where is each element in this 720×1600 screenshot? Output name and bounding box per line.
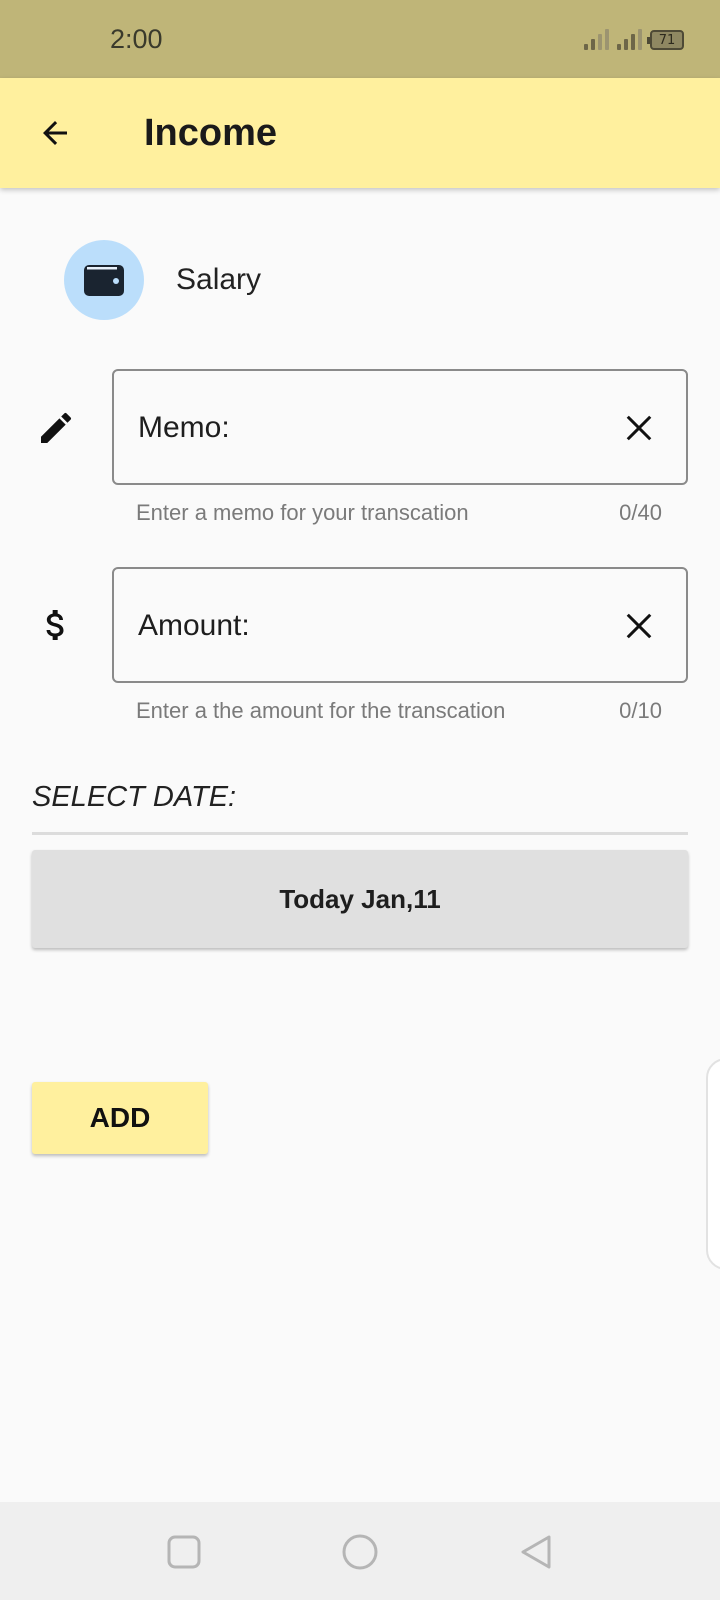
memo-helper-text: Enter a memo for your transcation (136, 500, 469, 525)
amount-field-icon (34, 603, 78, 647)
dollar-icon (46, 610, 64, 640)
close-icon (626, 613, 652, 639)
recents-button[interactable] (164, 1532, 204, 1572)
add-button[interactable]: ADD (32, 1082, 208, 1154)
signal-2-icon (617, 28, 642, 50)
back-button[interactable] (30, 108, 80, 158)
memo-char-counter: 0/40 (619, 500, 662, 525)
category-label: Salary (176, 263, 262, 296)
signal-1-icon (584, 28, 609, 50)
select-date-label: SELECT DATE: (32, 781, 237, 813)
amount-helper-text: Enter a the amount for the transcation (136, 698, 506, 723)
arrow-left-icon (43, 121, 67, 145)
pencil-icon (41, 412, 72, 443)
page-title: Income (144, 112, 278, 154)
nav-bar (0, 1502, 720, 1600)
status-time: 2:00 (110, 24, 163, 54)
memo-field-icon (34, 406, 78, 450)
memo-field[interactable]: Memo: (112, 369, 688, 485)
amount-field-label: Amount: (138, 609, 250, 642)
amount-field[interactable]: Amount: (112, 567, 688, 683)
category-avatar (64, 240, 144, 320)
memo-field-label: Memo: (138, 411, 230, 444)
circle-icon (342, 1534, 378, 1570)
category-row[interactable]: Salary (64, 240, 261, 320)
date-picker-button[interactable]: Today Jan,11 (32, 850, 688, 948)
app-bar: Income (0, 78, 720, 188)
divider (32, 832, 688, 835)
amount-clear-button[interactable] (622, 609, 656, 643)
edge-panel-handle[interactable] (706, 1058, 720, 1270)
square-icon (167, 1535, 201, 1569)
amount-char-counter: 0/10 (619, 698, 662, 723)
triangle-back-icon (521, 1535, 551, 1569)
memo-clear-button[interactable] (622, 411, 656, 445)
status-bar: 2:00 71 (0, 0, 720, 78)
battery-icon: 71 (647, 30, 684, 50)
home-button[interactable] (340, 1532, 380, 1572)
status-icons: 71 (584, 28, 684, 50)
wallet-icon (84, 265, 124, 296)
close-icon (626, 415, 652, 441)
system-back-button[interactable] (516, 1532, 556, 1572)
